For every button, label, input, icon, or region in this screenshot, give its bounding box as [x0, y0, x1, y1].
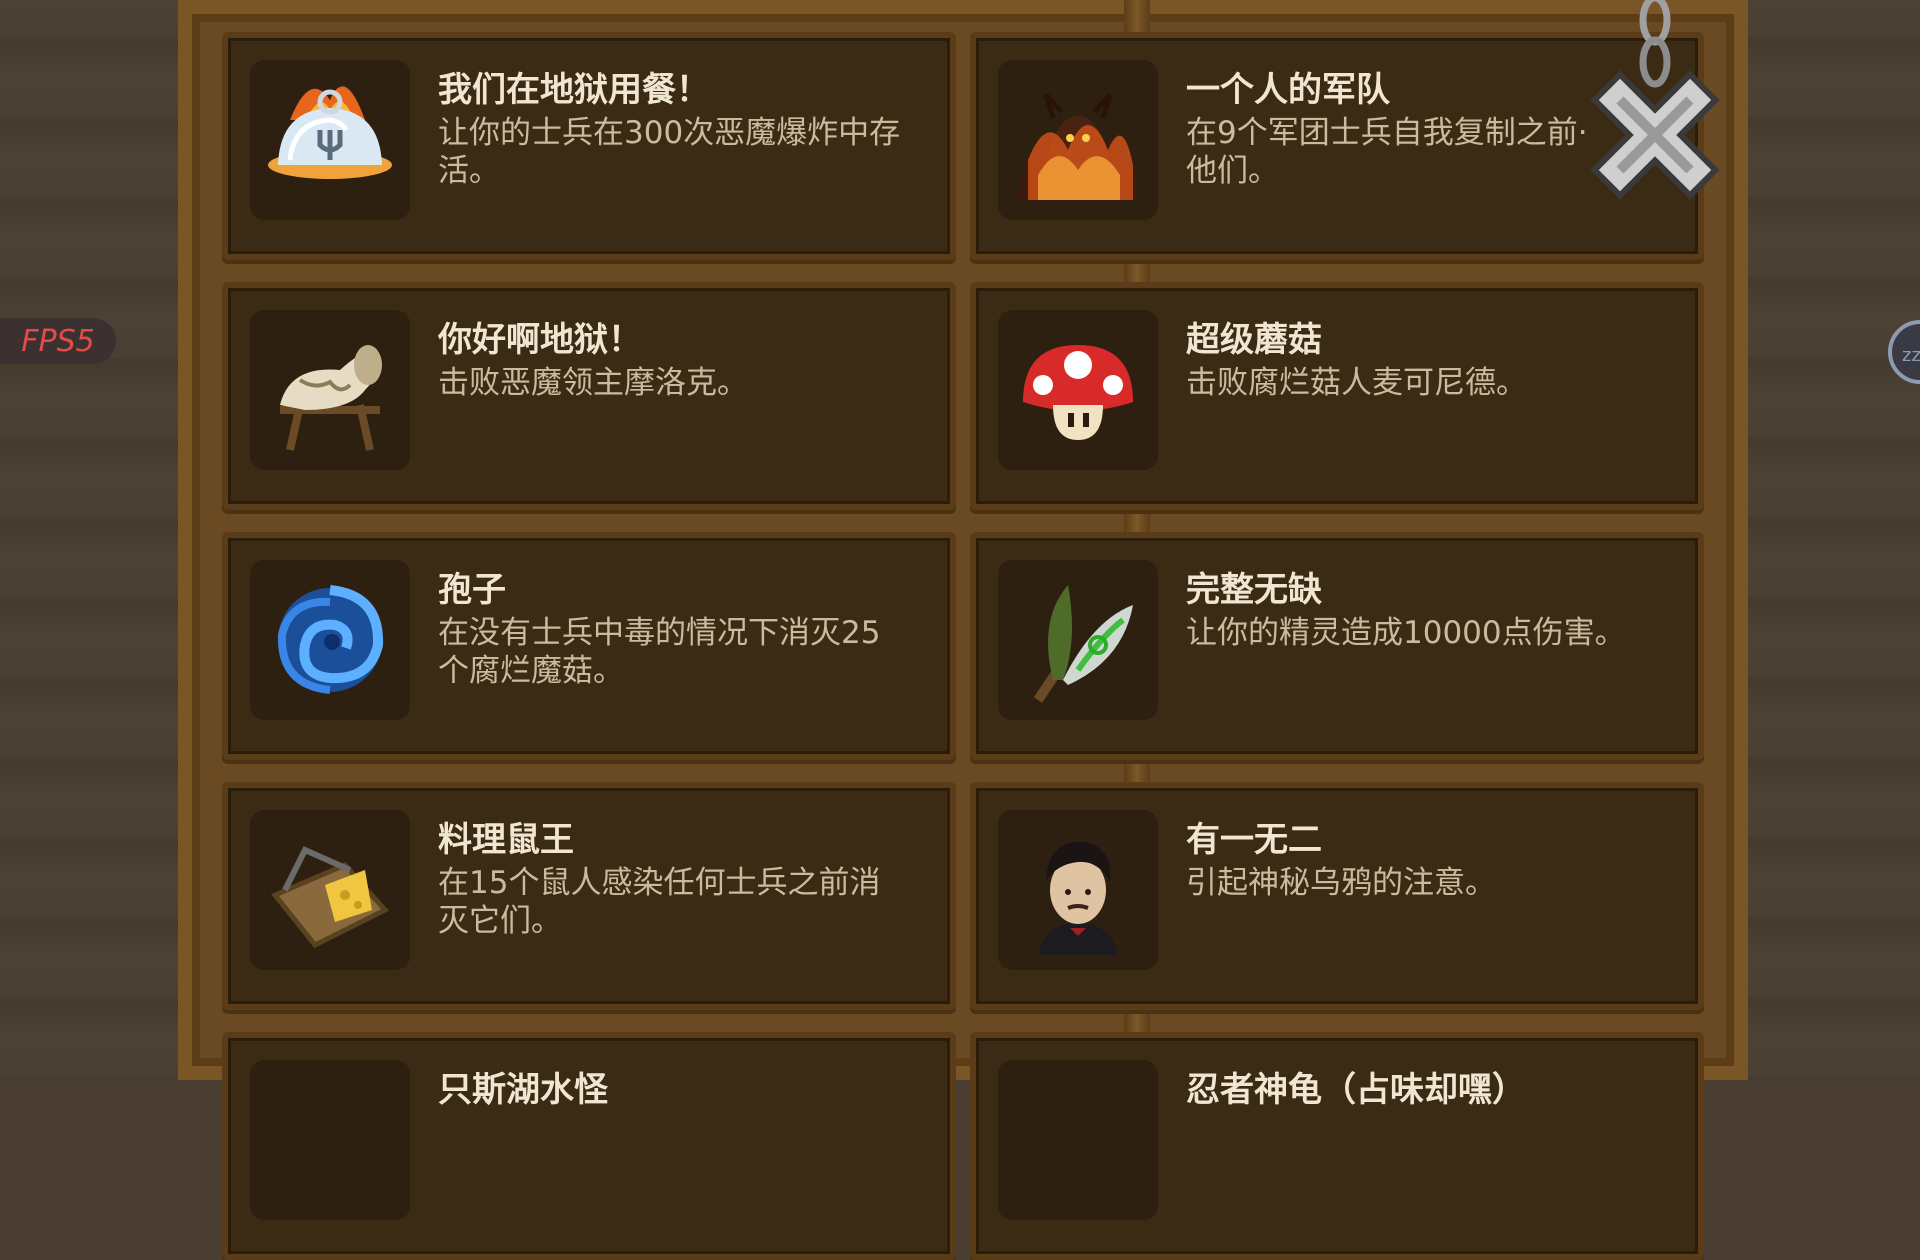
- close-button[interactable]: [1580, 0, 1730, 230]
- achievement-card[interactable]: 孢子 在没有士兵中毒的情况下消灭25 个腐烂魔菇。: [222, 532, 956, 760]
- achievement-card[interactable]: 有一无二 引起神秘乌鸦的注意。: [970, 782, 1704, 1010]
- achievement-title: 完整无缺: [1186, 570, 1322, 610]
- elf-leaf-blade-icon: [998, 560, 1158, 720]
- background-right: [1745, 0, 1920, 1080]
- achievement-description: 引起神秘乌鸦的注意。: [1186, 865, 1496, 901]
- achievement-title: 料理鼠王: [438, 820, 574, 860]
- achievement-description: 在没有士兵中毒的情况下消灭25 个腐烂魔菇。: [438, 615, 881, 689]
- mousetrap-icon: [250, 810, 410, 970]
- spore-swirl-icon: [250, 560, 410, 720]
- achievement-description: 让你的精灵造成10000点伤害。: [1186, 615, 1626, 651]
- close-icon: [1590, 0, 1720, 200]
- demon-army-icon: [998, 60, 1158, 220]
- ninja-turtle-icon: [998, 1060, 1158, 1220]
- achievement-card[interactable]: 你好啊地狱！ 击败恶魔领主摩洛克。: [222, 282, 956, 510]
- achievement-description: 在15个鼠人感染任何士兵之前消 灭它们。: [438, 865, 881, 939]
- background-left: [0, 0, 180, 1080]
- lake-monster-icon: [250, 1060, 410, 1220]
- cloche-icon: [250, 60, 410, 220]
- achievement-description: 击败恶魔领主摩洛克。: [438, 365, 748, 401]
- achievement-description: 让你的士兵在300次恶魔爆炸中存 活。: [438, 115, 901, 189]
- achievement-title: 只斯湖水怪: [438, 1070, 608, 1110]
- achievement-card[interactable]: 忍者神龟（占味却嘿）: [970, 1032, 1704, 1260]
- achievement-title: 我们在地狱用餐！: [438, 70, 710, 110]
- achievement-description: 击败腐烂菇人麦可尼德。: [1186, 365, 1527, 401]
- achievement-title: 忍者神龟（占味却嘿）: [1186, 1070, 1526, 1110]
- achievement-title: 你好啊地狱！: [438, 320, 642, 360]
- achievement-title: 超级蘑菇: [1186, 320, 1322, 360]
- achievement-card[interactable]: 只斯湖水怪: [222, 1032, 956, 1260]
- achievement-card[interactable]: 完整无缺 让你的精灵造成10000点伤害。: [970, 532, 1704, 760]
- poet-portrait-icon: [998, 810, 1158, 970]
- achievement-card[interactable]: 料理鼠王 在15个鼠人感染任何士兵之前消 灭它们。: [222, 782, 956, 1010]
- achievement-card[interactable]: 我们在地狱用餐！ 让你的士兵在300次恶魔爆炸中存 活。: [222, 32, 956, 260]
- achievement-title: 一个人的军队: [1186, 70, 1390, 110]
- horn-icon: [250, 310, 410, 470]
- achievement-title: 孢子: [438, 570, 506, 610]
- achievement-title: 有一无二: [1186, 820, 1322, 860]
- mushroom-icon: [998, 310, 1158, 470]
- fps-counter: FPS5: [0, 318, 116, 364]
- achievement-card[interactable]: 超级蘑菇 击败腐烂菇人麦可尼德。: [970, 282, 1704, 510]
